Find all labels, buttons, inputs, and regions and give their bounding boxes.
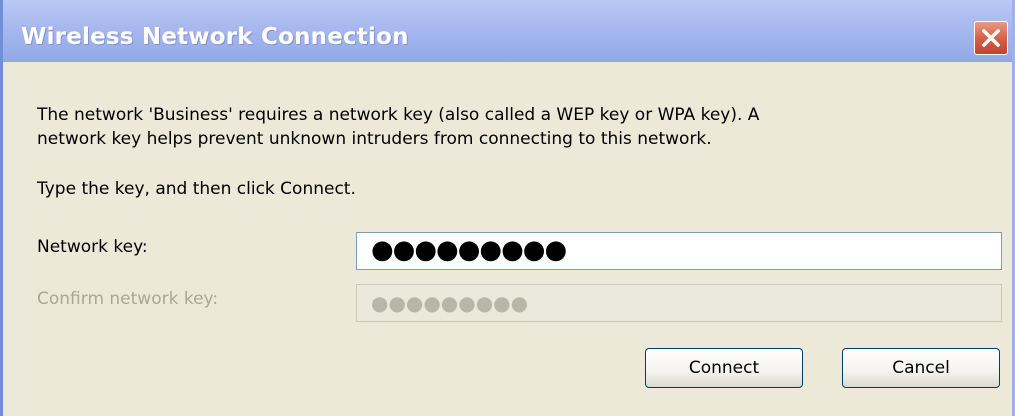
title-bar[interactable]: Wireless Network Connection <box>3 0 1012 62</box>
message-line-1: The network 'Business' requires a networ… <box>37 105 760 125</box>
confirm-network-key-label: Confirm network key: <box>37 289 219 309</box>
cancel-button[interactable]: Cancel <box>842 348 1000 388</box>
close-button[interactable] <box>974 21 1008 55</box>
message-line-2: network key helps prevent unknown intrud… <box>37 129 712 149</box>
connect-button[interactable]: Connect <box>645 348 803 388</box>
network-key-label: Network key: <box>37 237 148 257</box>
confirm-network-key-input: ●●●●●●●●● <box>356 284 1002 322</box>
close-icon <box>982 29 1000 47</box>
wireless-network-connection-dialog: Wireless Network Connection The network … <box>0 0 1015 416</box>
window-title: Wireless Network Connection <box>21 24 409 50</box>
network-key-input[interactable]: ●●●●●●●●● <box>356 232 1002 270</box>
instruction-text: Type the key, and then click Connect. <box>37 179 356 199</box>
